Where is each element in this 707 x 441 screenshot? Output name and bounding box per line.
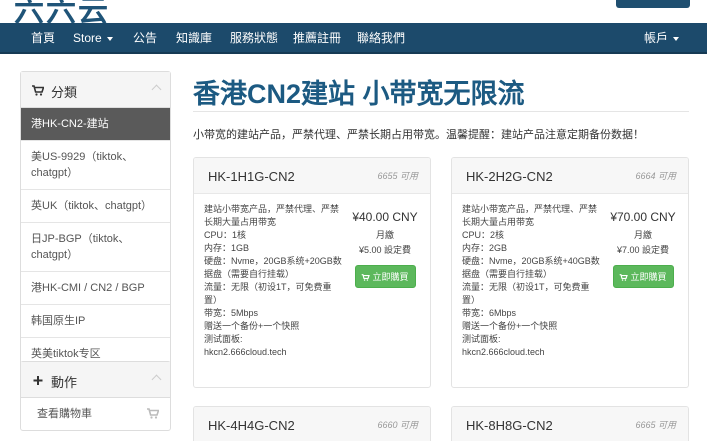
product-name: HK-1H1G-CN2 bbox=[208, 169, 295, 184]
sidebar-item-us-9929[interactable]: 美US-9929（tiktok、chatgpt） bbox=[21, 141, 170, 190]
main-navbar: 首頁 Store 公告 知識庫 服務狀態 推薦註冊 聯絡我們 帳戶 bbox=[0, 23, 707, 54]
product-header: HK-4H4G-CN2 6660 可用 bbox=[194, 407, 430, 441]
product-card: HK-8H8G-CN2 6665 可用 bbox=[451, 406, 689, 441]
nav-item-home[interactable]: 首頁 bbox=[31, 23, 55, 54]
actions-panel-header[interactable]: 動作 bbox=[21, 362, 170, 398]
site-header: 六六云 bbox=[0, 0, 707, 28]
product-header: HK-1H1G-CN2 6655 可用 bbox=[194, 158, 430, 194]
order-now-button[interactable]: 立即購買 bbox=[612, 265, 674, 288]
caret-down-icon bbox=[673, 36, 680, 41]
product-description: 建站小带宽产品，严禁代理、严禁长期大量占用带宽 CPU：1核 内存：1GB 硬盘… bbox=[204, 204, 342, 357]
product-availability: 6665 可用 bbox=[635, 420, 676, 430]
product-card: HK-4H4G-CN2 6660 可用 bbox=[193, 406, 431, 441]
nav-item-announcements[interactable]: 公告 bbox=[133, 23, 157, 54]
nav-item-service-status[interactable]: 服務狀態 bbox=[230, 23, 278, 54]
categories-panel: 分類 港HK-CN2-建站 美US-9929（tiktok、chatgpt） 英… bbox=[20, 71, 171, 371]
product-name: HK-2H2G-CN2 bbox=[466, 169, 553, 184]
sidebar-item-view-cart[interactable]: 查看購物車 bbox=[21, 398, 170, 430]
product-description: 建站小带宽产品，严禁代理、严禁长期大量占用带宽 CPU：2核 内存：2GB 硬盘… bbox=[462, 204, 600, 357]
product-card: HK-1H1G-CN2 6655 可用 建站小带宽产品，严禁代理、严禁长期大量占… bbox=[193, 157, 431, 388]
nav-item-knowledgebase[interactable]: 知識庫 bbox=[176, 23, 212, 54]
cart-icon bbox=[147, 408, 159, 419]
product-availability: 6655 可用 bbox=[377, 171, 418, 181]
nav-item-account[interactable]: 帳戶 bbox=[644, 23, 680, 54]
cart-icon bbox=[620, 274, 629, 281]
chevron-up-icon[interactable] bbox=[151, 84, 162, 95]
caret-down-icon bbox=[106, 36, 113, 41]
product-pricing: ¥70.00 CNY 月繳 ¥7.00 設定費 立即購買 bbox=[602, 210, 684, 288]
nav-item-affiliate[interactable]: 推薦註冊 bbox=[293, 23, 341, 54]
product-name: HK-8H8G-CN2 bbox=[466, 418, 553, 433]
sidebar-item-jp-bgp[interactable]: 日JP-BGP（tiktok、chatgpt） bbox=[21, 223, 170, 272]
category-intro: 小带宽的建站产品，严禁代理、严禁长期占用带宽。温馨提醒：建站产品注意定期备份数据… bbox=[193, 129, 644, 141]
categories-title: 分類 bbox=[51, 85, 78, 100]
categories-panel-header[interactable]: 分類 bbox=[21, 72, 170, 108]
sidebar-item-korea-ip[interactable]: 韩国原生IP bbox=[21, 305, 170, 338]
cart-icon bbox=[362, 274, 371, 281]
nav-item-contact[interactable]: 聯絡我們 bbox=[357, 23, 405, 54]
billing-cycle: 月繳 bbox=[633, 230, 652, 240]
sidebar-item-hk-cn2[interactable]: 港HK-CN2-建站 bbox=[21, 108, 170, 141]
nav-item-store[interactable]: Store bbox=[73, 23, 113, 54]
title-divider bbox=[193, 111, 689, 112]
chevron-up-icon[interactable] bbox=[151, 374, 162, 385]
sidebar-item-hk-cmi[interactable]: 港HK-CMI / CN2 / BGP bbox=[21, 272, 170, 305]
setup-fee: ¥7.00 設定費 bbox=[616, 245, 670, 255]
product-card: HK-2H2G-CN2 6664 可用 建站小带宽产品，严禁代理、严禁长期大量占… bbox=[451, 157, 689, 388]
sidebar-item-uk[interactable]: 英UK（tiktok、chatgpt） bbox=[21, 190, 170, 223]
setup-fee: ¥5.00 設定費 bbox=[358, 245, 412, 255]
order-now-button[interactable]: 立即購買 bbox=[354, 265, 416, 288]
page-title: 香港CN2建站 小带宽无限流 bbox=[193, 79, 525, 109]
plus-icon bbox=[33, 376, 43, 385]
product-availability: 6660 可用 bbox=[377, 420, 418, 430]
product-availability: 6664 可用 bbox=[635, 171, 676, 181]
actions-title: 動作 bbox=[51, 375, 78, 390]
product-name: HK-4H4G-CN2 bbox=[208, 418, 295, 433]
header-button[interactable] bbox=[616, 0, 690, 8]
product-header: HK-2H2G-CN2 6664 可用 bbox=[452, 158, 688, 194]
product-header: HK-8H8G-CN2 6665 可用 bbox=[452, 407, 688, 441]
product-pricing: ¥40.00 CNY 月繳 ¥5.00 設定費 立即購買 bbox=[344, 210, 426, 288]
product-price: ¥40.00 CNY bbox=[352, 210, 418, 224]
actions-panel: 動作 查看購物車 bbox=[20, 361, 171, 431]
cart-icon bbox=[32, 85, 44, 96]
billing-cycle: 月繳 bbox=[375, 230, 394, 240]
product-price: ¥70.00 CNY bbox=[610, 210, 676, 224]
